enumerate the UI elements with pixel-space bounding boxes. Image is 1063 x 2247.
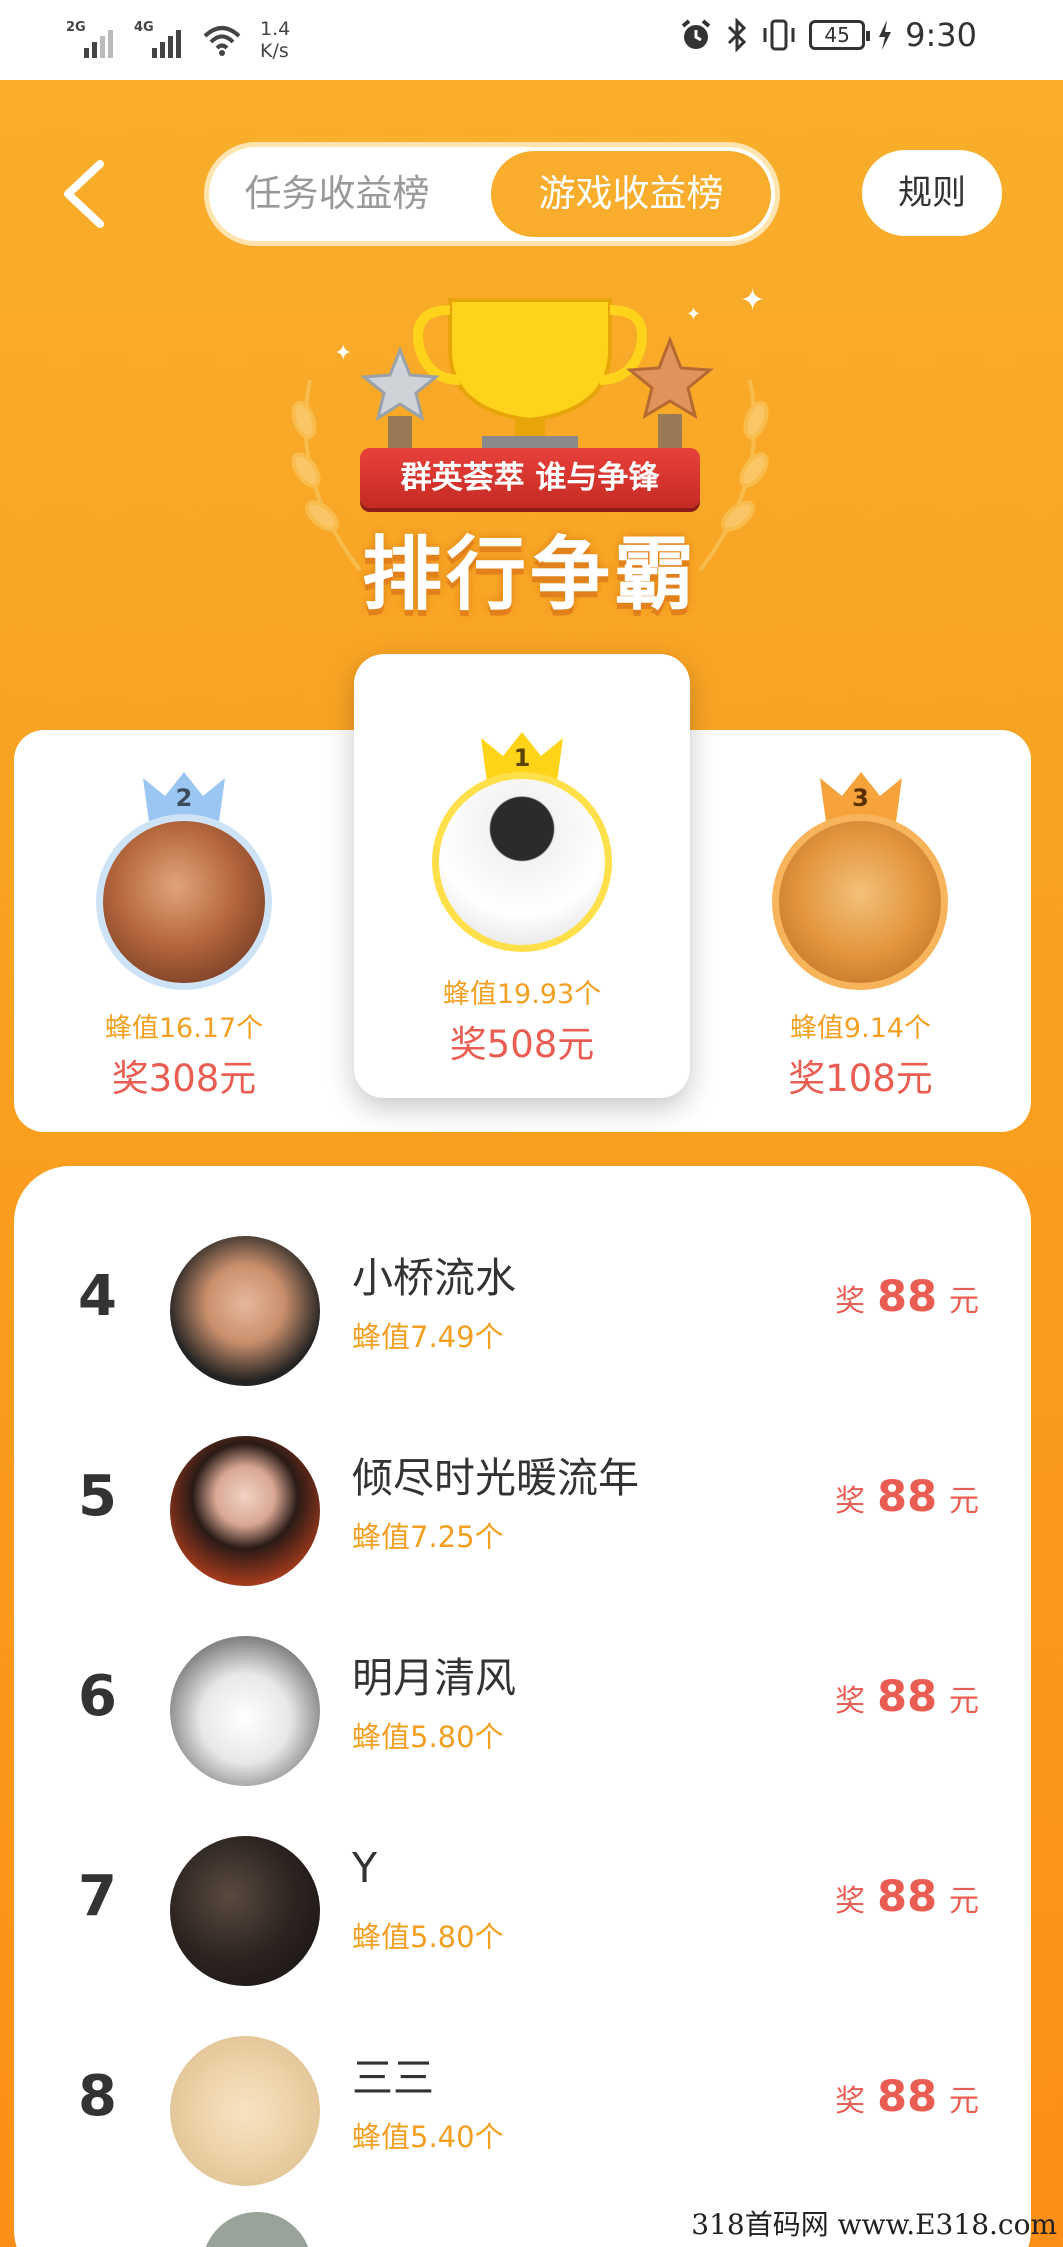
banner-title: 排行争霸 [362,528,698,621]
network-speed: 1.4 K/s [260,18,291,62]
podium-prize: 奖308元 [111,1057,257,1100]
tab-task-earnings[interactable]: 任务收益榜 [237,147,437,241]
rank-number: 4 [78,1264,117,1329]
rank-number: 3 [852,784,869,812]
avatar [772,814,948,990]
rank-number: 1 [513,744,531,772]
rank-number: 5 [78,1464,117,1529]
ranking-list: 4 小桥流水 蜂值7.49个 奖 88 元 5 倾尽时光暖流年 蜂值7.25个 奖8… [14,1166,1031,2247]
user-score: 蜂值5.80个 [352,1720,504,1754]
rank-number: 8 [78,2064,117,2129]
bluetooth-icon [728,18,747,52]
podium-score: 蜂值9.14个 [789,1013,932,1044]
user-name: 小桥流水 [352,1254,516,1302]
user-score: 蜂值7.25个 [352,1520,504,1554]
avatar [170,1236,320,1386]
charging-icon [879,20,892,50]
user-name: Y [352,1844,378,1892]
user-score: 蜂值5.80个 [352,1920,504,1954]
network-type-2: 4G [134,20,154,35]
podium-rank-1[interactable]: 1 蜂值19.93个 奖508元 [354,654,690,1098]
network-type-1: 2G [66,20,86,35]
list-item[interactable]: 5 倾尽时光暖流年 蜂值7.25个 奖 88 元 [14,1414,1031,1614]
avatar [170,2036,320,2186]
prize: 奖 88 元 [835,1472,979,1522]
podium-prize: 奖508元 [449,1023,595,1066]
svg-text:✦: ✦ [740,283,765,318]
svg-text:✦: ✦ [334,341,352,366]
svg-text:✦: ✦ [686,304,701,325]
signal-icon: 2G [66,18,120,58]
list-item[interactable]: 7 Y 蜂值5.80个 奖 88 元 [14,1814,1031,2014]
rank-number: 7 [78,1864,117,1929]
back-icon[interactable] [58,158,118,230]
list-item[interactable]: 8 三三 蜂值5.40个 奖 88 元 [14,2014,1031,2214]
watermark: 318首码网 www.E318.com [691,2208,1057,2241]
ranking-tabs: 任务收益榜 游戏收益榜 [204,142,780,246]
podium-rank-2[interactable]: 2 蜂值16.17个 奖308元 [14,730,354,1132]
user-name: 三三 [352,2054,434,2102]
user-name: 倾尽时光暖流年 [352,1454,639,1502]
status-bar: 2G 4G 1.4 K/s 45 9:30 [0,0,1063,80]
clock: 9:30 [905,16,977,54]
rules-button[interactable]: 规则 [862,150,1002,236]
podium-score: 蜂值19.93个 [442,979,602,1010]
status-right: 45 9:30 [679,16,977,54]
alarm-icon [681,19,711,49]
user-score: 蜂值7.49个 [352,1320,504,1354]
podium-prize: 奖108元 [788,1057,933,1100]
vibrate-icon [763,19,795,51]
avatar [170,1436,320,1586]
prize: 奖 88 元 [835,1672,979,1722]
user-name: 明月清风 [352,1654,516,1702]
tab-game-earnings[interactable]: 游戏收益榜 [491,151,771,237]
trophy-banner: ✦ ✦ ✦ 群英荟萃 谁与争锋 排行争霸 [270,280,790,621]
avatar [432,772,612,952]
banner-ribbon: 群英荟萃 谁与争锋 [360,448,700,508]
rank-number: 2 [175,784,193,812]
prize: 奖 88 元 [835,1272,979,1322]
user-score: 蜂值5.40个 [352,2120,504,2154]
prize: 奖 88 元 [835,1872,979,1922]
list-item[interactable]: 6 明月清风 蜂值5.80个 奖 88 元 [14,1614,1031,1814]
battery-indicator: 45 [809,20,871,50]
wifi-icon [203,26,241,56]
avatar [202,2212,312,2247]
avatar [96,814,272,990]
podium-score: 蜂值16.17个 [104,1013,264,1044]
avatar [170,1836,320,1986]
avatar [170,1636,320,1786]
list-item[interactable]: 4 小桥流水 蜂值7.49个 奖 88 元 [14,1214,1031,1414]
signal-icon-2: 4G [134,18,188,58]
prize: 奖 88 元 [835,2072,979,2122]
rank-number: 6 [78,1664,117,1729]
status-left: 2G 4G 1.4 K/s [66,18,290,62]
podium-rank-3[interactable]: 3 蜂值9.14个 奖108元 [690,730,1031,1132]
